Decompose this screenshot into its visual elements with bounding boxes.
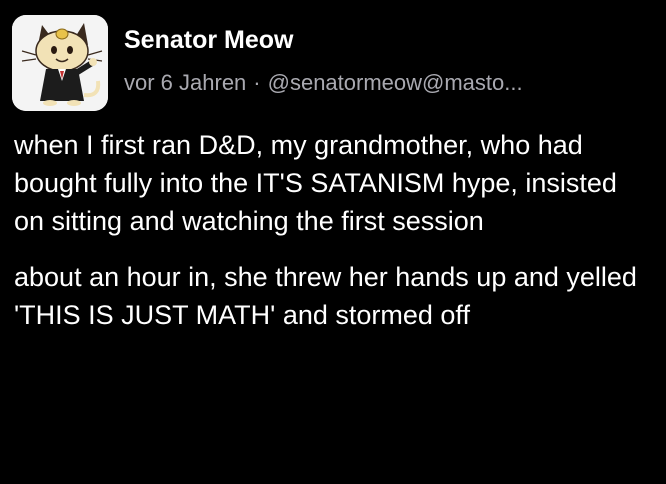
timestamp[interactable]: vor 6 Jahren bbox=[124, 70, 246, 95]
post-meta: vor 6 Jahren · @senatormeow@masto... bbox=[124, 70, 523, 96]
post-paragraph: about an hour in, she threw her hands up… bbox=[14, 262, 637, 330]
post-paragraph: when I first ran D&D, my grandmother, wh… bbox=[14, 130, 617, 236]
author-handle[interactable]: @senatormeow@masto... bbox=[268, 70, 523, 95]
meowth-avatar-icon bbox=[12, 15, 108, 111]
avatar[interactable] bbox=[12, 15, 108, 111]
post-content: when I first ran D&D, my grandmother, wh… bbox=[14, 126, 654, 334]
post: Senator Meow vor 6 Jahren · @senatormeow@m… bbox=[0, 0, 666, 484]
author-name[interactable]: Senator Meow bbox=[124, 26, 293, 55]
meta-separator: · bbox=[253, 70, 261, 95]
